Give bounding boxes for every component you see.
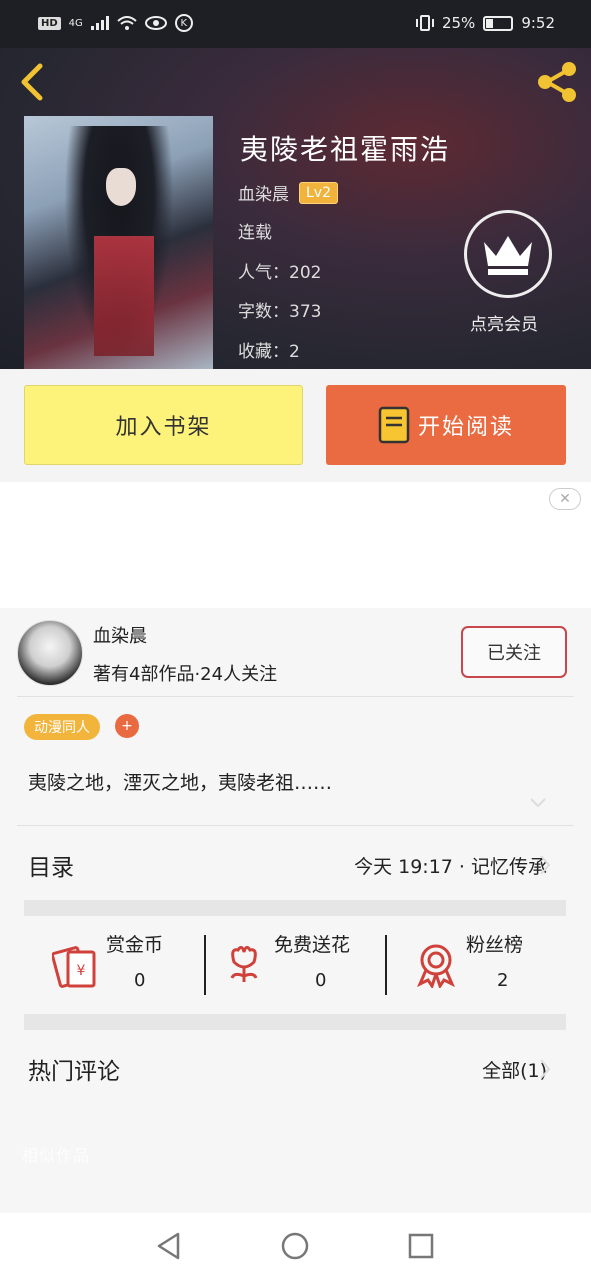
chevron-right-icon[interactable] — [539, 854, 551, 876]
nav-home-icon[interactable] — [280, 1231, 310, 1261]
fans-value: 2 — [497, 970, 509, 991]
system-nav-bar — [0, 1213, 591, 1280]
fans-label: 粉丝榜 — [466, 934, 524, 956]
red-envelope-icon: ¥ — [52, 946, 96, 988]
wifi-icon — [117, 16, 137, 30]
hd-icon: HD — [38, 16, 61, 30]
action-bar: 加入书架 开始阅读 — [0, 369, 591, 482]
eye-icon — [144, 16, 167, 30]
clock: 9:52 — [521, 14, 555, 32]
start-reading-label: 开始阅读 — [417, 415, 514, 440]
reward-value: 0 — [134, 970, 146, 991]
nav-recents-icon[interactable] — [406, 1231, 436, 1261]
back-icon[interactable] — [14, 62, 50, 102]
battery-icon — [483, 15, 514, 31]
book-title: 夷陵老祖霍雨浩 — [240, 133, 451, 166]
book-cover[interactable] — [24, 116, 213, 369]
content-area: 血染晨 著有4部作品·24人关注 已关注 动漫同人 + 夷陵之地，湮灭之地，夷陵… — [0, 608, 591, 1213]
vibrate-icon — [415, 15, 434, 31]
vip-button[interactable] — [464, 210, 552, 298]
flower-value: 0 — [315, 970, 327, 991]
section-divider — [24, 900, 566, 916]
reward-stat[interactable]: ¥ 赏金币 0 — [50, 930, 200, 996]
author-card-name[interactable]: 血染晨 — [93, 622, 147, 648]
share-icon[interactable] — [535, 60, 579, 104]
status-bar: HD 4G K 25% 9:52 — [0, 0, 591, 48]
author-card-sub: 著有4部作品·24人关注 — [93, 664, 278, 685]
chevron-down-icon[interactable] — [530, 798, 546, 808]
k-icon: K — [174, 14, 193, 32]
flower-icon — [230, 945, 258, 982]
author-row: 血染晨 Lv2 — [238, 180, 338, 205]
flower-stat[interactable]: 免费送花 0 — [220, 930, 380, 996]
flower-label: 免费送花 — [274, 934, 351, 956]
add-to-shelf-button[interactable]: 加入书架 — [24, 385, 303, 465]
battery-percent: 25% — [441, 14, 476, 32]
ad-banner: ✕ — [0, 482, 591, 608]
svg-text:¥: ¥ — [77, 963, 86, 979]
signal-icon: 4G — [68, 17, 83, 29]
follow-button[interactable]: 已关注 — [461, 626, 567, 678]
serial-status: 连载 — [238, 223, 272, 243]
hot-comments-title: 热门评论 — [28, 1059, 120, 1085]
add-tag-button[interactable]: + — [115, 714, 139, 738]
word-count: 字数：373 — [238, 302, 322, 322]
fans-rank-stat[interactable]: 粉丝榜 2 — [412, 930, 562, 996]
ghost-text: 相似作品 — [22, 1146, 91, 1165]
medal-icon — [417, 944, 455, 988]
favorites-count: 收藏：2 — [238, 342, 300, 362]
catalog-title[interactable]: 目录 — [28, 848, 74, 882]
chevron-right-icon[interactable] — [539, 1058, 551, 1080]
divider — [17, 825, 574, 826]
level-badge: Lv2 — [299, 181, 338, 204]
catalog-latest[interactable]: 今天 19:17 · 记忆传承 — [354, 852, 547, 879]
divider — [17, 696, 574, 697]
all-comments-link[interactable]: 全部(1) — [482, 1056, 547, 1083]
divider — [204, 935, 206, 995]
popularity: 人气：202 — [238, 263, 322, 283]
crown-icon — [484, 236, 532, 275]
author-name[interactable]: 血染晨 — [238, 180, 289, 205]
genre-tag[interactable]: 动漫同人 — [24, 714, 100, 740]
nav-back-icon[interactable] — [154, 1231, 184, 1261]
section-divider — [24, 1014, 566, 1030]
reward-label: 赏金币 — [106, 934, 164, 956]
vip-label: 点亮会员 — [470, 315, 538, 335]
ad-close-button[interactable]: ✕ — [549, 488, 581, 510]
book-intro: 夷陵之地，湮灭之地，夷陵老祖…… — [28, 772, 333, 794]
book-icon — [378, 406, 410, 444]
signal-bars-icon — [90, 16, 109, 30]
avatar[interactable] — [17, 620, 83, 686]
divider — [385, 935, 387, 995]
start-reading-button[interactable]: 开始阅读 — [326, 385, 566, 465]
